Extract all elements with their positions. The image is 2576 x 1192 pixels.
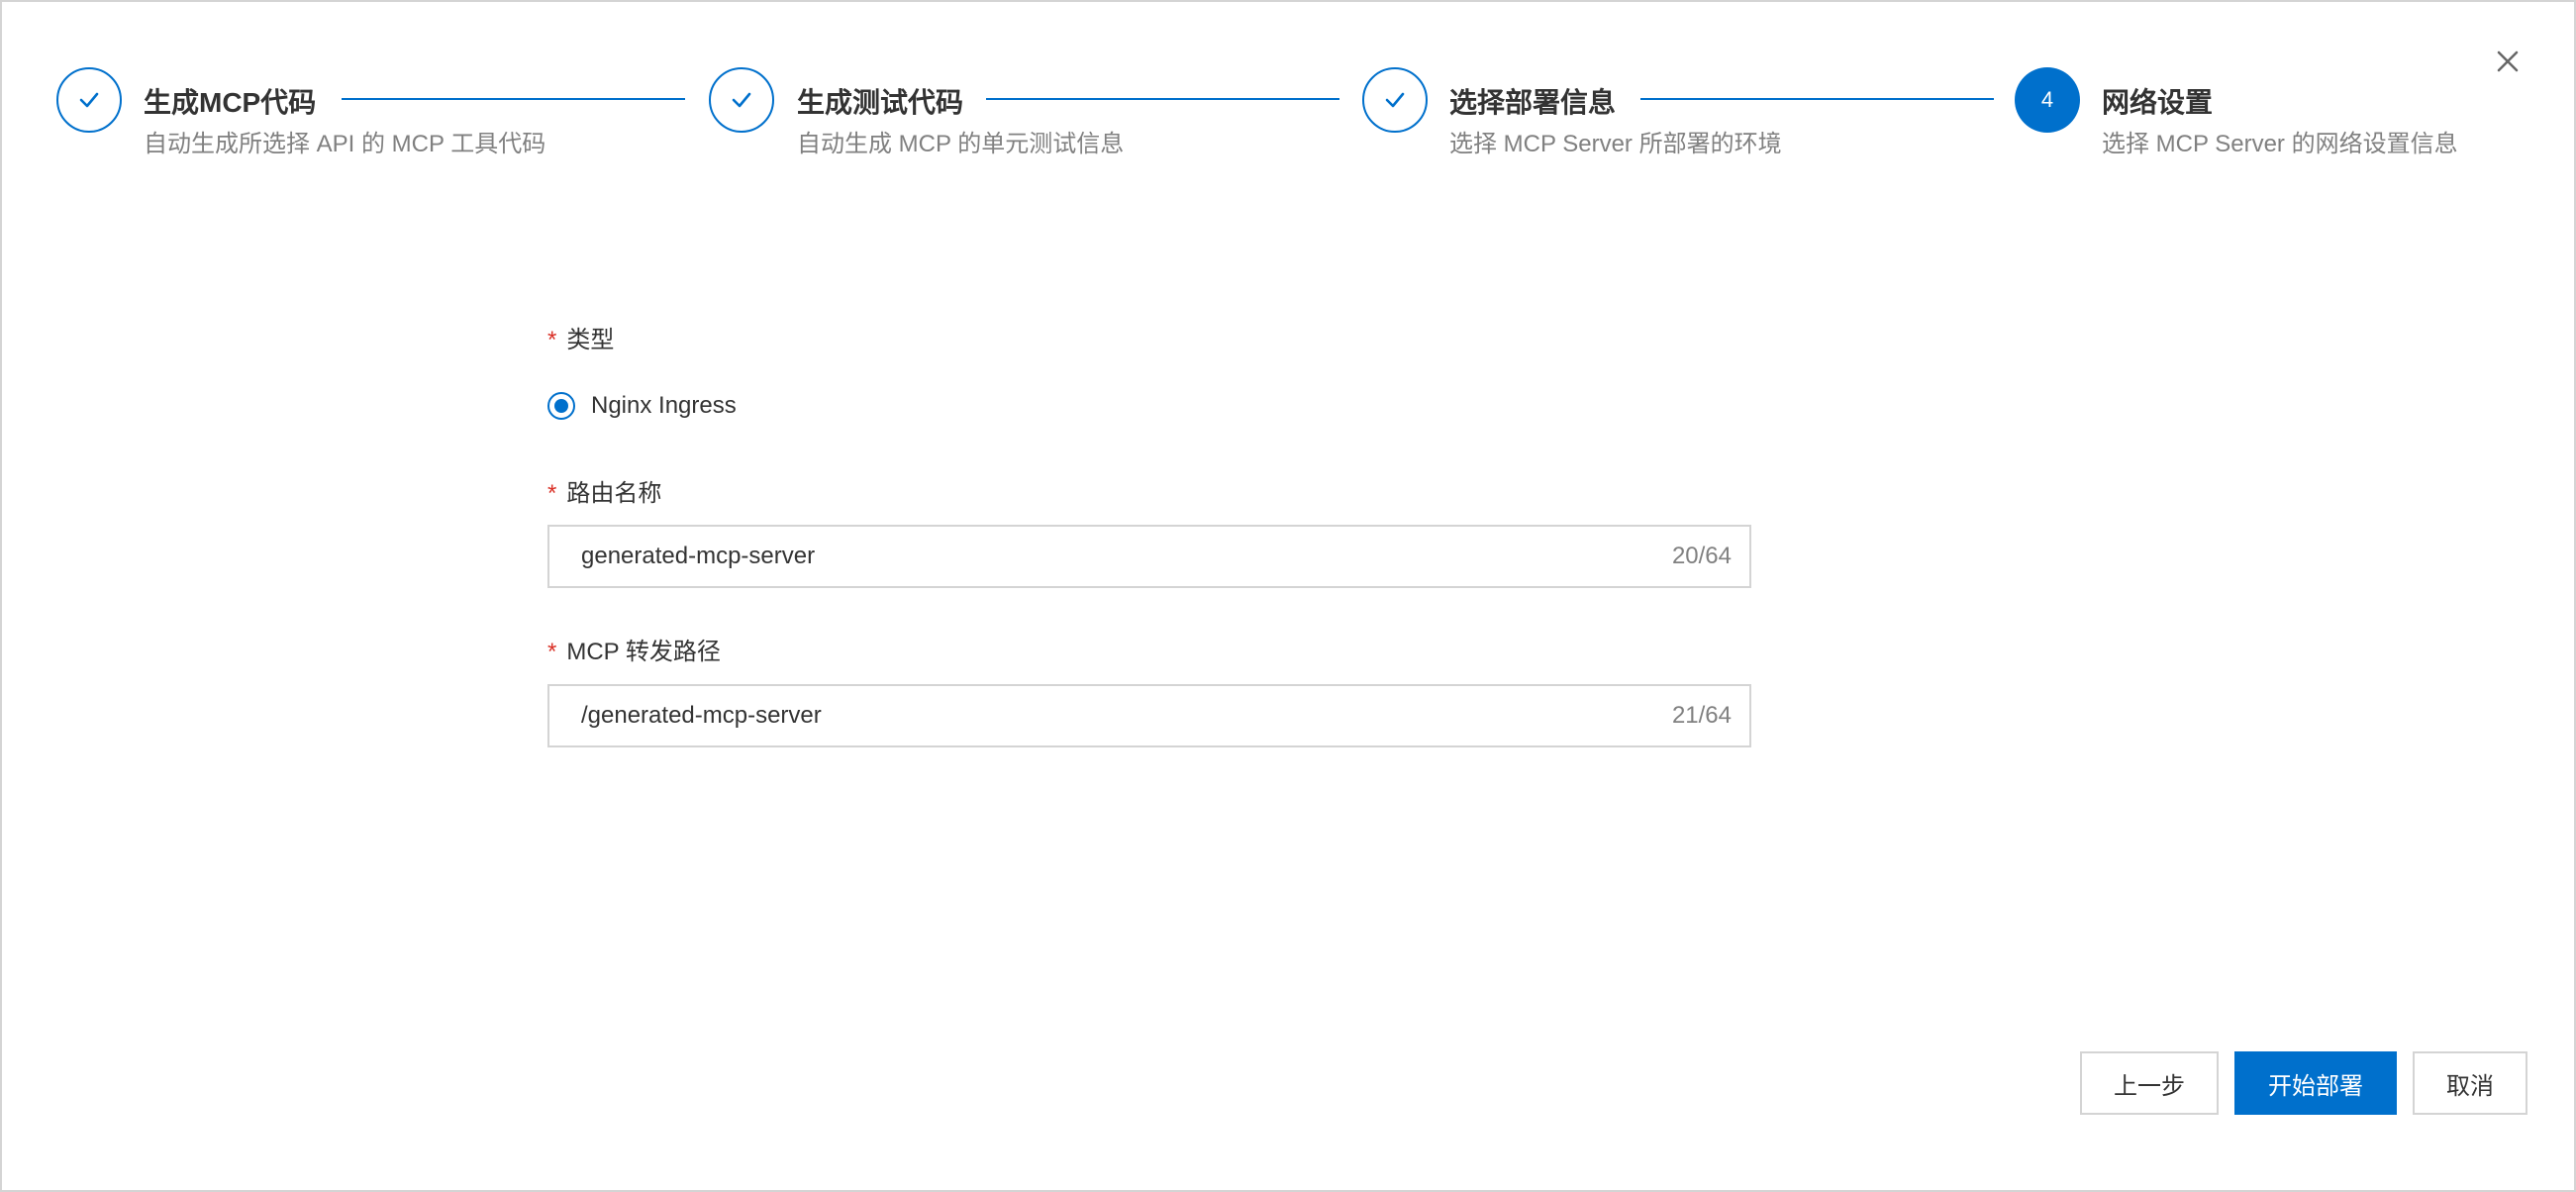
mcp-path-label: * MCP 转发路径: [547, 637, 721, 668]
route-name-value: generated-mcp-server: [581, 543, 816, 569]
prev-step-button[interactable]: 上一步: [2080, 1051, 2219, 1115]
step-4-number: 4: [2040, 87, 2054, 112]
required-mark: *: [547, 639, 557, 665]
step-3-title: 选择部署信息: [1449, 87, 1617, 118]
step-connector-1: [342, 98, 685, 100]
cancel-button[interactable]: 取消: [2413, 1051, 2527, 1115]
start-deploy-button[interactable]: 开始部署: [2234, 1051, 2397, 1115]
mcp-path-input[interactable]: /generated-mcp-server 21/64: [547, 684, 1751, 747]
network-settings-dialog: 生成MCP代码 自动生成所选择 API 的 MCP 工具代码 生成测试代码 自动…: [0, 0, 2576, 1192]
nginx-ingress-label: Nginx Ingress: [591, 392, 737, 419]
mcp-path-value: /generated-mcp-server: [581, 702, 822, 729]
required-mark: *: [547, 327, 557, 353]
route-name-label: * 路由名称: [547, 478, 661, 510]
required-mark: *: [547, 480, 557, 507]
type-label: * 类型: [547, 325, 614, 356]
route-name-char-count: 20/64: [1671, 543, 1732, 569]
step-4-title: 网络设置: [2102, 87, 2214, 118]
step-2-title: 生成测试代码: [797, 87, 964, 118]
route-name-label-text: 路由名称: [566, 480, 662, 507]
step-2-check-icon: [709, 67, 774, 133]
step-4-indicator: 4: [2015, 67, 2080, 133]
close-icon[interactable]: [2490, 44, 2526, 79]
route-name-input[interactable]: generated-mcp-server 20/64: [547, 525, 1751, 588]
type-label-text: 类型: [566, 327, 615, 353]
mcp-path-label-text: MCP 转发路径: [566, 639, 721, 665]
step-connector-2: [986, 98, 1339, 100]
mcp-path-char-count: 21/64: [1671, 702, 1732, 729]
step-3-check-icon: [1362, 67, 1428, 133]
step-1-check-icon: [56, 67, 122, 133]
nginx-ingress-radio[interactable]: Nginx Ingress: [547, 388, 737, 424]
step-2-description: 自动生成 MCP 的单元测试信息: [797, 131, 1125, 157]
step-1-description: 自动生成所选择 API 的 MCP 工具代码: [144, 131, 546, 157]
radio-selected-icon: [547, 392, 575, 420]
step-4-description: 选择 MCP Server 的网络设置信息: [2102, 131, 2458, 157]
step-1-title: 生成MCP代码: [144, 87, 317, 118]
step-3-description: 选择 MCP Server 所部署的环境: [1449, 131, 1782, 157]
step-connector-3: [1640, 98, 1994, 100]
